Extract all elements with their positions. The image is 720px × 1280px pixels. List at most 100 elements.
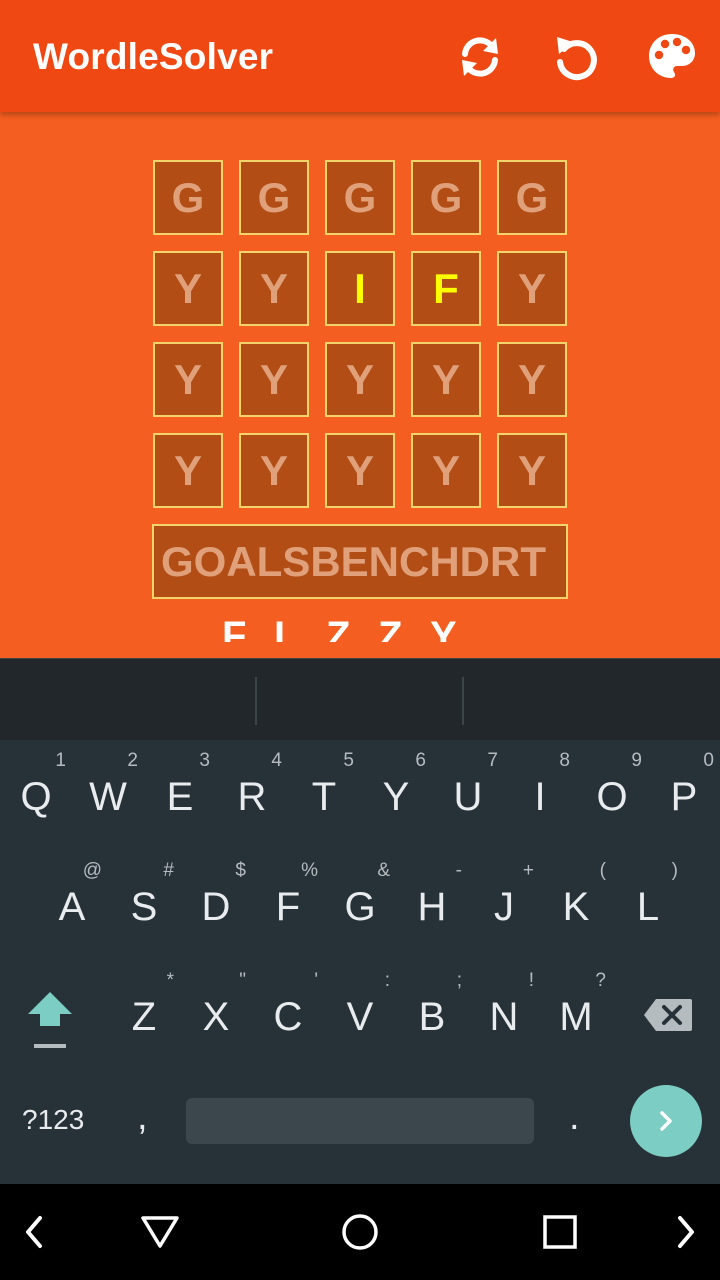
grid-cell[interactable]: Y <box>497 433 567 508</box>
grid-cell[interactable]: G <box>411 160 481 235</box>
key-label: Q <box>20 774 52 819</box>
key-label: P <box>670 774 698 819</box>
letters-input[interactable]: GOALSBENCHDRT <box>152 524 568 599</box>
key-hint: 5 <box>343 750 354 771</box>
key-hint: : <box>384 970 390 991</box>
key-label: A <box>58 884 86 929</box>
answer-row: FIZZY <box>222 616 482 642</box>
grid-cell[interactable]: G <box>239 160 309 235</box>
nav-right-icon[interactable] <box>662 1208 710 1256</box>
back-triangle-icon[interactable] <box>136 1208 184 1256</box>
key-label: F <box>275 884 301 929</box>
key-b[interactable]: ; B <box>396 960 468 1070</box>
shift-icon <box>28 992 72 1048</box>
recents-square-icon[interactable] <box>536 1208 584 1256</box>
comma-key[interactable]: , <box>137 1096 148 1139</box>
solver-content: G G G G G Y Y I F Y Y Y Y Y Y Y Y Y Y Y … <box>0 112 720 658</box>
period-key[interactable]: . <box>569 1096 580 1139</box>
shift-key[interactable] <box>14 960 86 1070</box>
enter-key[interactable] <box>630 1085 702 1157</box>
nav-left-icon[interactable] <box>10 1208 58 1256</box>
key-w[interactable]: 2W <box>72 740 144 850</box>
grid-cell[interactable]: Y <box>153 433 223 508</box>
grid-cell[interactable]: Y <box>325 433 395 508</box>
key-hint: ' <box>314 970 318 991</box>
key-o[interactable]: 9O <box>576 740 648 850</box>
key-x[interactable]: " X <box>180 960 252 1070</box>
key-label: K <box>562 884 590 929</box>
key-q[interactable]: 1Q <box>0 740 72 850</box>
key-hint: * <box>166 970 174 991</box>
spacebar[interactable] <box>186 1098 534 1144</box>
answer-letter: Z <box>326 616 351 642</box>
suggestion-divider <box>462 677 464 725</box>
key-m[interactable]: ? M <box>540 960 612 1070</box>
key-f[interactable]: % F <box>252 850 324 960</box>
key-hint: ( <box>599 860 606 881</box>
grid-cell[interactable]: Y <box>325 342 395 417</box>
key-hint: 9 <box>631 750 642 771</box>
key-hint: - <box>455 860 462 881</box>
home-circle-icon[interactable] <box>336 1208 384 1256</box>
key-label: D <box>201 884 231 929</box>
key-h[interactable]: -H <box>396 850 468 960</box>
key-hint: 6 <box>415 750 426 771</box>
palette-icon[interactable] <box>643 28 701 86</box>
grid-cell[interactable]: Y <box>153 342 223 417</box>
key-label: O <box>596 774 628 819</box>
key-z[interactable]: * Z <box>108 960 180 1070</box>
key-label: G <box>344 884 376 929</box>
grid-cell[interactable]: Y <box>153 251 223 326</box>
key-y[interactable]: 6Y <box>360 740 432 850</box>
key-label: C <box>273 994 303 1039</box>
key-label: H <box>417 884 447 929</box>
key-d[interactable]: $ D <box>180 850 252 960</box>
key-c[interactable]: ' C <box>252 960 324 1070</box>
key-l[interactable]: ) L <box>612 850 684 960</box>
key-j[interactable]: + J <box>468 850 540 960</box>
answer-letter: I <box>274 616 286 642</box>
key-label: Y <box>382 774 410 819</box>
key-hint: 0 <box>703 750 714 771</box>
grid-cell[interactable]: G <box>153 160 223 235</box>
symbols-key[interactable]: ?123 <box>22 1104 84 1136</box>
key-t[interactable]: 5T <box>288 740 360 850</box>
key-hint: ; <box>456 970 462 991</box>
key-hint: + <box>522 860 534 881</box>
key-a[interactable]: @ A <box>36 850 108 960</box>
key-n[interactable]: ! N <box>468 960 540 1070</box>
key-g[interactable]: & G <box>324 850 396 960</box>
grid-cell[interactable]: Y <box>239 251 309 326</box>
soft-keyboard: 1Q 2W 3E 4R 5T 6Y 7U 8I 9O 0P @ A # S $ D %… <box>0 740 720 1184</box>
refresh-icon[interactable] <box>451 28 509 86</box>
key-hint: ) <box>671 860 678 881</box>
key-s[interactable]: # S <box>108 850 180 960</box>
key-label: N <box>489 994 519 1039</box>
key-label: T <box>311 774 337 819</box>
key-hint: 8 <box>559 750 570 771</box>
key-v[interactable]: :V <box>324 960 396 1070</box>
key-hint: # <box>163 860 174 881</box>
grid-cell-highlighted[interactable]: I <box>325 251 395 326</box>
key-label: L <box>636 884 660 929</box>
grid-cell[interactable]: Y <box>411 433 481 508</box>
grid-cell[interactable]: Y <box>497 251 567 326</box>
key-i[interactable]: 8I <box>504 740 576 850</box>
grid-cell[interactable]: G <box>497 160 567 235</box>
grid-cell[interactable]: Y <box>239 342 309 417</box>
undo-icon[interactable] <box>547 28 605 86</box>
grid-cell[interactable]: Y <box>411 342 481 417</box>
key-r[interactable]: 4R <box>216 740 288 850</box>
grid-cell[interactable]: G <box>325 160 395 235</box>
key-u[interactable]: 7U <box>432 740 504 850</box>
key-hint: ? <box>595 970 606 991</box>
grid-cell[interactable]: Y <box>239 433 309 508</box>
key-e[interactable]: 3E <box>144 740 216 850</box>
key-k[interactable]: (K <box>540 850 612 960</box>
grid-cell[interactable]: Y <box>497 342 567 417</box>
key-label: X <box>202 994 230 1039</box>
grid-cell-highlighted[interactable]: F <box>411 251 481 326</box>
key-p[interactable]: 0P <box>648 740 720 850</box>
backspace-key[interactable] <box>632 960 704 1070</box>
key-label: J <box>494 884 514 929</box>
